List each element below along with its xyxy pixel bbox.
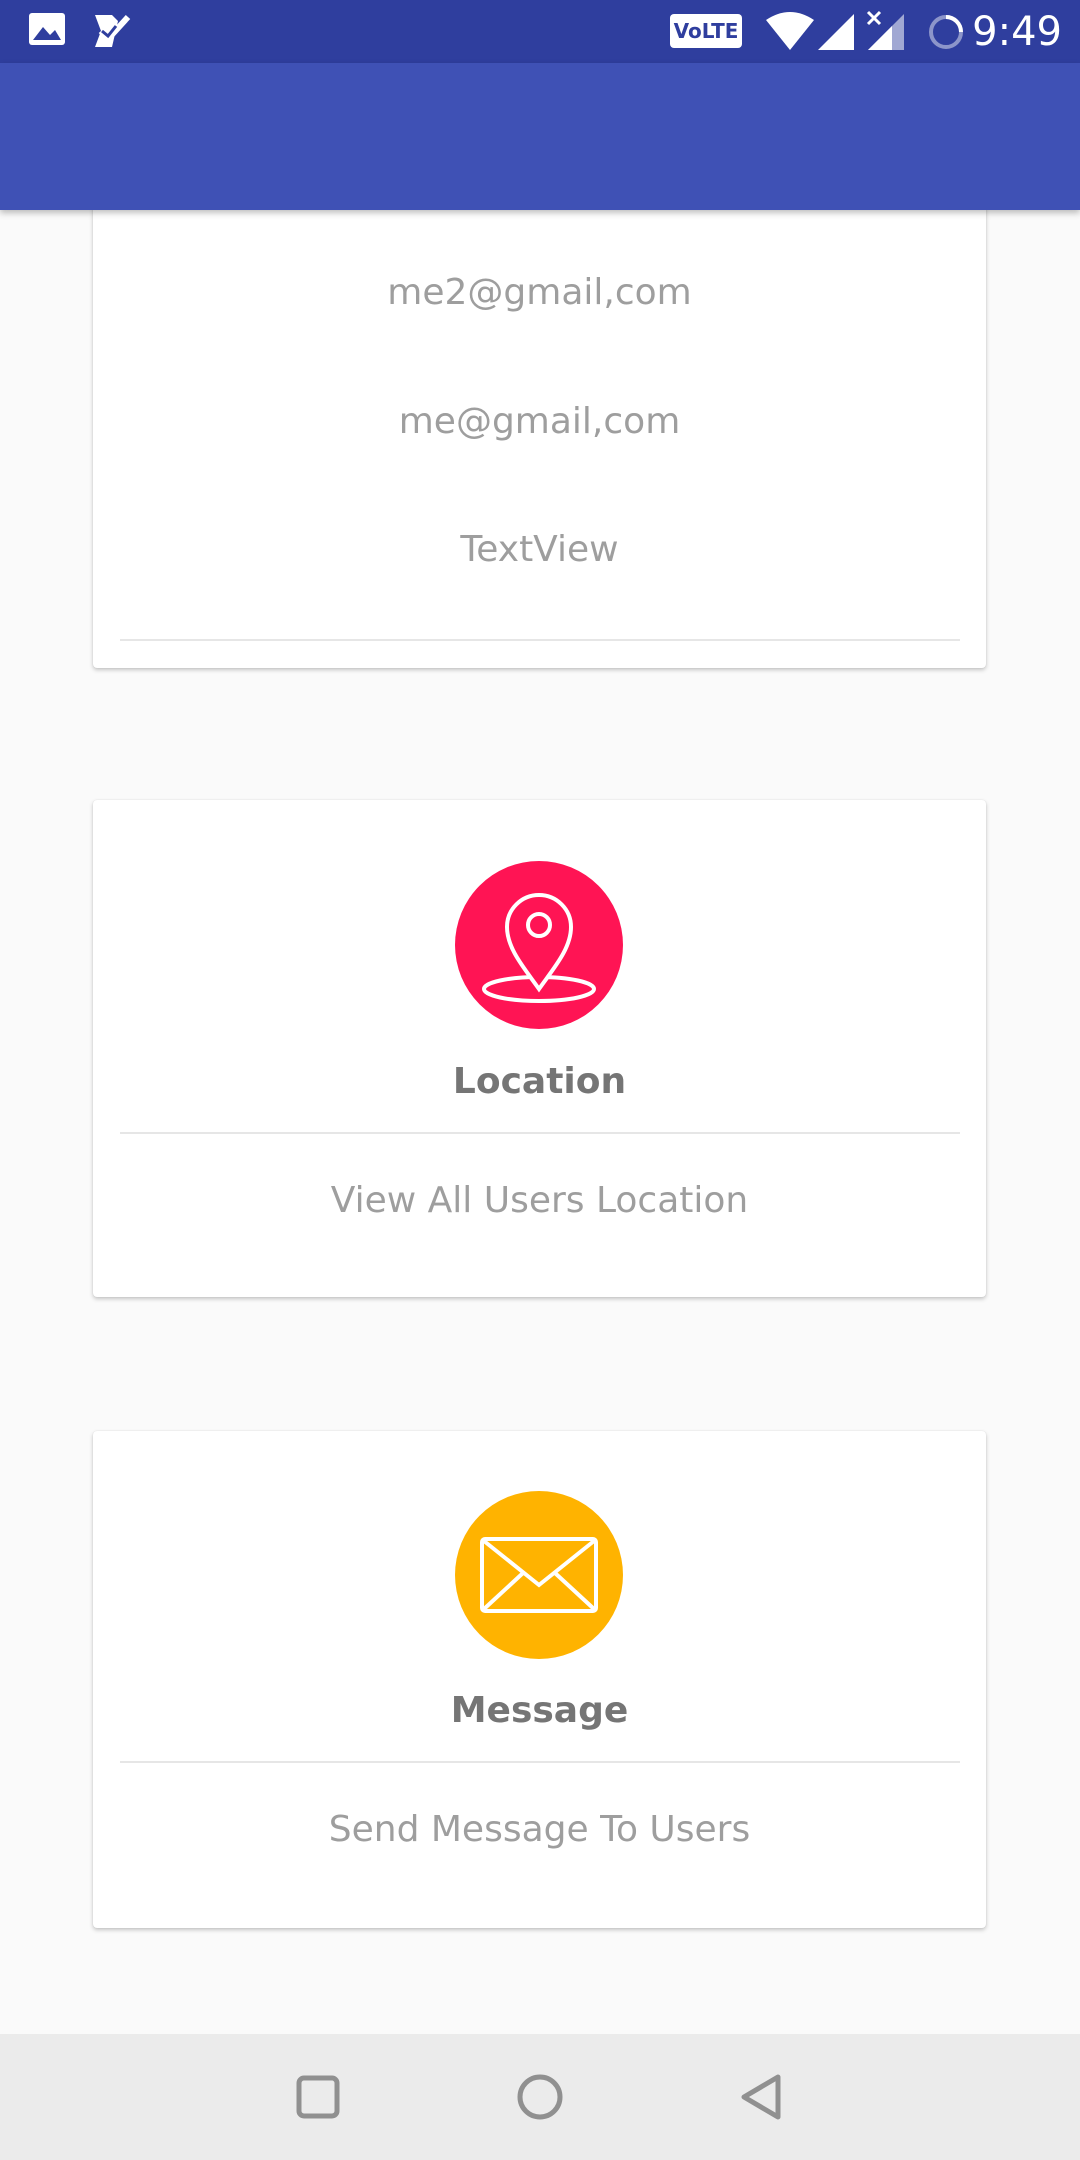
home-icon [517,2074,563,2120]
recents-icon [296,2075,340,2119]
task-check-icon [92,12,132,54]
navigation-bar [0,2034,1080,2160]
home-button[interactable] [504,2061,576,2133]
email-text-1: me2@gmail,com [387,272,692,313]
envelope-icon [455,1491,623,1659]
email-text-2: me@gmail,com [398,401,681,442]
back-button[interactable] [726,2061,798,2133]
gallery-icon [28,12,68,52]
status-bar: VoLTE 9:49 [0,0,1080,63]
signal-no-data-icon [866,10,906,56]
location-card[interactable]: Location View All Users Location [93,800,986,1297]
app-bar [0,63,1080,210]
signal-icon [816,12,856,56]
sync-icon [926,12,966,56]
recents-button[interactable] [282,2061,354,2133]
message-subtitle: Send Message To Users [328,1809,751,1850]
location-title: Location [452,1061,627,1102]
volte-badge: VoLTE [670,14,742,48]
back-icon [741,2074,781,2120]
message-title: Message [450,1690,629,1731]
user-info-card: me2@gmail,com me@gmail,com TextView [93,150,986,668]
card-divider [120,1132,960,1134]
text-view: TextView [460,529,619,570]
card-divider [120,1761,960,1763]
status-time: 9:49 [972,9,1062,55]
location-pin-icon [455,861,623,1029]
message-card[interactable]: Message Send Message To Users [93,1431,986,1928]
location-subtitle: View All Users Location [330,1180,749,1221]
wifi-icon [764,12,816,56]
card-divider [120,639,960,641]
